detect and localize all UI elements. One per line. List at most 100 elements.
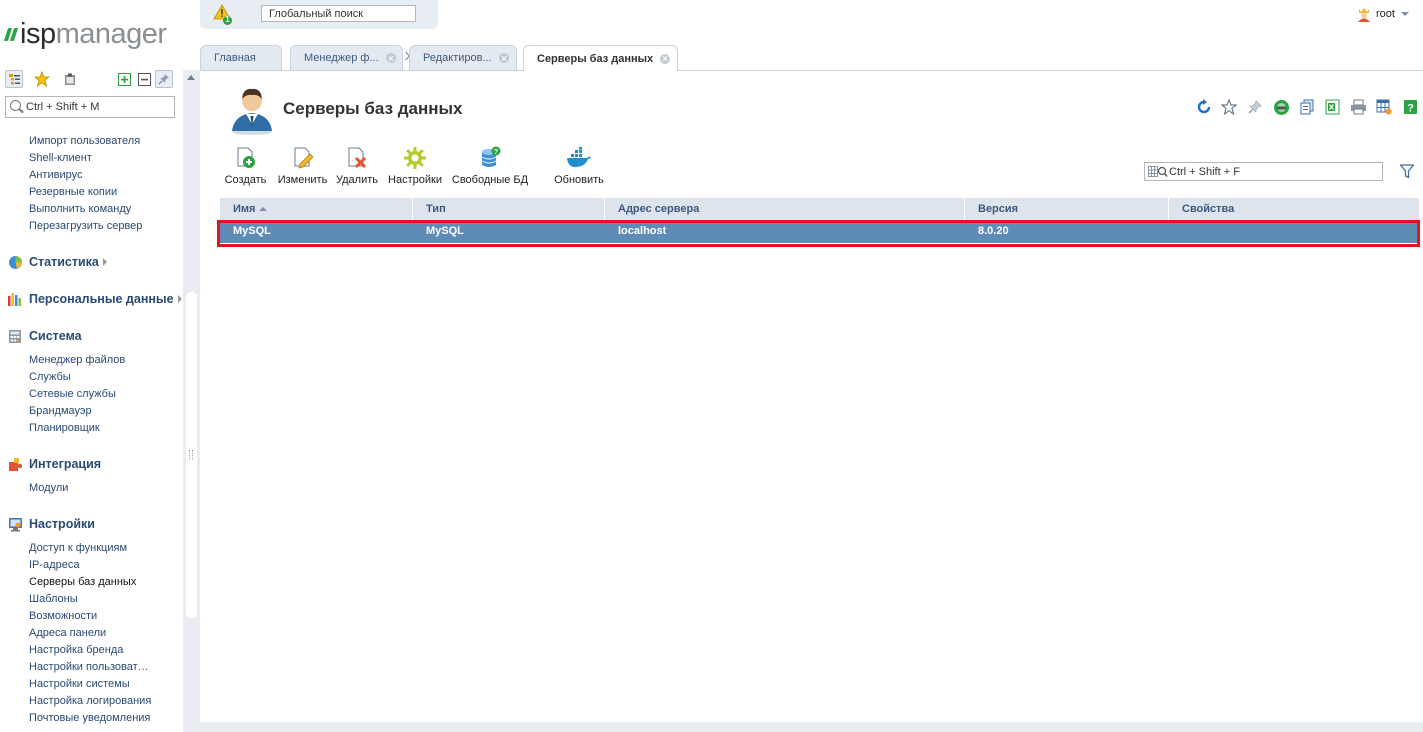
toolbar-label: Настройки: [388, 174, 442, 186]
collapse-all-icon[interactable]: [135, 70, 153, 88]
sidebar-scrollbar[interactable]: [183, 70, 200, 732]
resize-grip-icon[interactable]: [189, 450, 193, 460]
sidebar-item-import-user[interactable]: Импорт пользователя: [29, 135, 140, 147]
edit-pencil-icon: [290, 145, 316, 171]
sidebar-section-statistics[interactable]: Статистика: [7, 254, 107, 270]
tab-bar: Главная Менеджер ф... Редактиров... Серв…: [200, 45, 1423, 71]
toolbar-label: Изменить: [277, 174, 328, 186]
close-tab-icon[interactable]: [660, 53, 671, 64]
delete-button[interactable]: Удалить: [334, 145, 380, 186]
table-filter[interactable]: [1144, 162, 1383, 181]
menu-tree-icon[interactable]: [5, 70, 23, 88]
expand-all-icon[interactable]: [115, 70, 133, 88]
sidebar-item-modules[interactable]: Модули: [29, 482, 68, 494]
scroll-up-arrow-icon[interactable]: [187, 75, 195, 80]
close-tab-icon[interactable]: [385, 53, 396, 63]
logo[interactable]: isp manager: [3, 18, 167, 50]
tab-home[interactable]: Главная: [200, 45, 282, 70]
excel-export-icon[interactable]: [1322, 97, 1342, 117]
main-content: Серверы баз данных ? Создать Изменить Уд…: [200, 71, 1423, 732]
sidebar-section-settings[interactable]: Настройки: [7, 516, 95, 532]
cell-server-address: localhost: [618, 225, 667, 237]
tab-db-servers[interactable]: Серверы баз данных: [523, 45, 678, 71]
column-header-name[interactable]: Имя: [220, 198, 413, 220]
copy-document-icon[interactable]: [1297, 97, 1317, 117]
print-icon[interactable]: [1348, 97, 1368, 117]
pin-icon[interactable]: [155, 70, 173, 88]
filter-funnel-icon[interactable]: [1399, 164, 1415, 179]
sidebar-item-shell[interactable]: Shell-клиент: [29, 152, 92, 164]
refresh-icon[interactable]: [1194, 97, 1214, 117]
sidebar-item-function-access[interactable]: Доступ к функциям: [29, 542, 127, 554]
sidebar-item-services[interactable]: Службы: [29, 371, 71, 383]
column-header-server-address[interactable]: Адрес сервера: [605, 198, 965, 220]
top-bar: 1: [200, 0, 438, 29]
sidebar-section-personal-data[interactable]: Персональные данные: [7, 291, 182, 307]
sidebar-item-firewall[interactable]: Брандмауэр: [29, 405, 92, 417]
dropdown-caret-icon: [1400, 12, 1409, 16]
create-button[interactable]: Создать: [220, 145, 271, 186]
cell-name: MySQL: [233, 225, 271, 237]
sidebar-item-branding[interactable]: Настройка бренда: [29, 644, 123, 656]
tab-label: Серверы баз данных: [537, 52, 654, 65]
sidebar-item-backups[interactable]: Резервные копии: [29, 186, 117, 198]
sidebar-item-run-command[interactable]: Выполнить команду: [29, 203, 131, 215]
sidebar-section-label: Персональные данные: [29, 292, 174, 306]
puzzle-icon: [7, 456, 23, 472]
grid-search-icon: [1148, 166, 1168, 177]
sidebar-item-network-services[interactable]: Сетевые службы: [29, 388, 116, 400]
column-header-version[interactable]: Версия: [965, 198, 1169, 220]
clipboard-icon[interactable]: [61, 70, 79, 88]
tab-edit[interactable]: Редактиров...: [409, 45, 517, 70]
sidebar-item-reboot[interactable]: Перезагрузить сервер: [29, 220, 142, 232]
settings-button[interactable]: Настройки: [386, 145, 444, 186]
global-search-input[interactable]: [261, 5, 416, 22]
sidebar-item-system-settings[interactable]: Настройки системы: [29, 678, 130, 690]
sidebar-item-templates[interactable]: Шаблоны: [29, 593, 78, 605]
cell-properties: [1169, 220, 1182, 243]
sidebar-toolbar: [5, 70, 175, 88]
refresh-docker-button[interactable]: Обновить: [550, 145, 608, 186]
column-header-label: Тип: [426, 203, 446, 215]
sidebar-search[interactable]: [5, 96, 175, 118]
edit-button[interactable]: Изменить: [275, 145, 330, 186]
sidebar-item-mail-notifications[interactable]: Почтовые уведомления: [29, 712, 150, 724]
sort-ascending-icon: [259, 207, 268, 212]
user-admin-icon: [228, 83, 276, 135]
sidebar-item-antivirus[interactable]: Антивирус: [29, 169, 82, 181]
table-settings-icon[interactable]: [1374, 97, 1394, 117]
sidebar-section-integration[interactable]: Интеграция: [7, 456, 101, 472]
sidebar-item-ip-addresses[interactable]: IP-адреса: [29, 559, 79, 571]
free-databases-button[interactable]: ? Свободные БД: [450, 145, 530, 186]
help-icon[interactable]: ?: [1400, 97, 1420, 117]
user-menu[interactable]: root: [1357, 6, 1409, 22]
column-header-type[interactable]: Тип: [413, 198, 605, 220]
warning-icon[interactable]: 1: [213, 4, 233, 25]
delete-x-icon: [344, 145, 370, 171]
globe-help-icon[interactable]: [1271, 97, 1291, 117]
table-row[interactable]: MySQL MySQL localhost 8.0.20: [220, 220, 1419, 243]
sidebar-item-file-manager[interactable]: Менеджер файлов: [29, 354, 125, 366]
close-tab-icon[interactable]: [498, 53, 509, 63]
sidebar-item-logging-settings[interactable]: Настройка логирования: [29, 695, 151, 707]
sidebar-search-input[interactable]: [26, 99, 166, 115]
favorites-star-icon[interactable]: [33, 70, 51, 88]
tab-file-manager[interactable]: Менеджер ф...: [290, 45, 403, 70]
column-header-label: Свойства: [1182, 203, 1235, 215]
sidebar-section-system[interactable]: Система: [7, 328, 82, 344]
pin-icon[interactable]: [1245, 97, 1265, 117]
table-filter-input[interactable]: [1169, 164, 1379, 179]
calculator-icon: [7, 328, 23, 344]
sidebar-item-scheduler[interactable]: Планировщик: [29, 422, 100, 434]
bookmark-star-icon[interactable]: [1219, 97, 1239, 117]
column-header-properties[interactable]: Свойства: [1169, 198, 1419, 220]
toolbar-label: Создать: [224, 174, 267, 186]
pie-chart-icon: [7, 254, 23, 270]
sidebar-item-features[interactable]: Возможности: [29, 610, 97, 622]
sidebar-item-db-servers[interactable]: Серверы баз данных: [29, 576, 136, 588]
cell-type: MySQL: [426, 225, 464, 237]
toolbar-label: Удалить: [336, 174, 378, 186]
user-name: root: [1376, 8, 1395, 20]
sidebar-item-panel-addresses[interactable]: Адреса панели: [29, 627, 106, 639]
sidebar-item-user-settings[interactable]: Настройки пользоват…: [29, 661, 149, 673]
